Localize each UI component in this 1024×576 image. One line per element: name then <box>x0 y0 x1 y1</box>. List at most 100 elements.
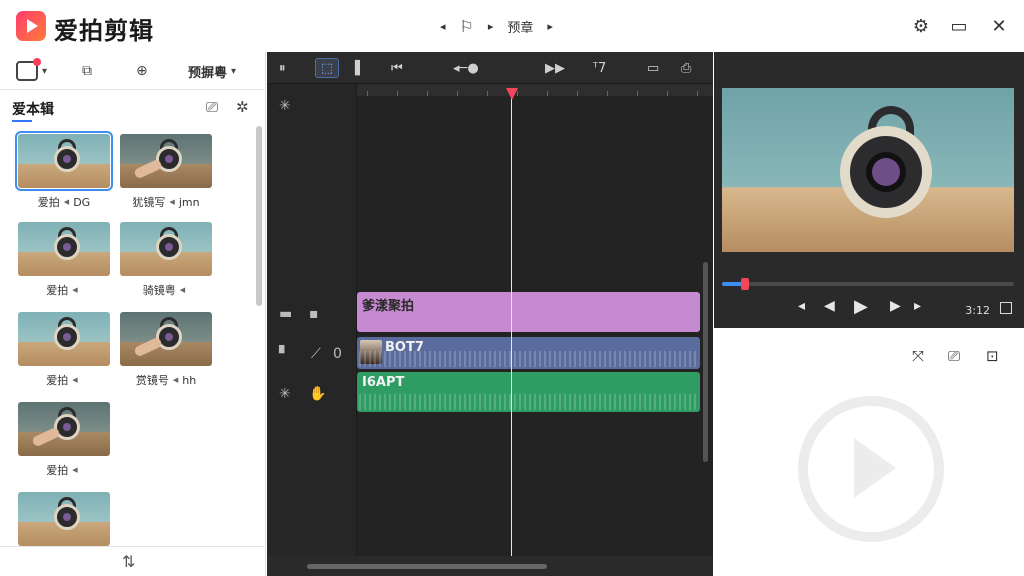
media-item[interactable]: 赏镜号 ◀ hh <box>120 312 212 388</box>
prev-chapter-button[interactable]: ◂ <box>440 20 446 33</box>
media-item[interactable]: 爱拍 ◀ <box>18 312 110 388</box>
caret-icon: ◀ <box>72 286 78 294</box>
media-thumbnail <box>120 222 212 276</box>
timeline-ruler[interactable] <box>357 84 713 96</box>
caret-icon: ◀ <box>72 466 78 474</box>
sticker-icon: ⧉ <box>82 63 92 79</box>
preview-panel: ◂ ◀ ▶ ▶ ▸ 3:12 ⤧ ⎚ ⊡ <box>714 52 1024 576</box>
track-headers: ✳ ▬ ▪ ▘ ⟋ 0 ✳ ✋ <box>267 84 357 576</box>
media-tabs: ▾ ⧉ ⊕ 预摒粵 ▾ <box>0 52 266 90</box>
timeline-toolbar: ⏸ ⬚ ▌ ⏮ ◂─● ▶▶ ᵀ7 ▭ ⎙ <box>267 52 713 84</box>
refresh-icon[interactable]: ✲ <box>236 98 249 116</box>
zoom-slider-icon[interactable]: ◂─● <box>453 58 479 78</box>
forward-icon[interactable]: ▶ <box>890 298 901 314</box>
media-item[interactable]: 骑镜粤 ◀ <box>120 222 212 298</box>
export-frame-icon[interactable]: ⎙ <box>681 58 691 78</box>
sparkle-icon[interactable]: ✳ <box>279 98 291 114</box>
crop-icon[interactable]: ▭ <box>647 58 659 78</box>
timeline-vscroll[interactable] <box>703 262 708 462</box>
playhead-line[interactable] <box>511 88 512 558</box>
flag-icon[interactable]: ⚐ <box>460 17 474 36</box>
media-thumbnail <box>18 312 110 366</box>
app-window: 爱拍剪辑 ◂ ⚐ ▸ 预章 ▸ ⚙ ▭ ✕ ▾ ⧉ ⊕ 预摒粵 ▾ 爱本辑 ⎚ … <box>0 0 1024 576</box>
media-title: 爱拍 <box>37 196 60 209</box>
media-panel: ▾ ⧉ ⊕ 预摒粵 ▾ 爱本辑 ⎚ ✲ 爱拍 ◀ DG 犹镜写 ◀ jmn 爱拍… <box>0 52 266 576</box>
skip-start-icon[interactable]: ⏮ <box>391 58 403 78</box>
maximize-icon[interactable]: ▭ <box>946 13 972 39</box>
caret-icon: ◀ <box>169 198 175 206</box>
media-thumbnail <box>120 134 212 188</box>
media-item[interactable]: 爱拍 ◀ <box>18 222 110 298</box>
media-footer: ⇅ <box>0 546 266 576</box>
app-logo <box>16 11 46 41</box>
media-item[interactable]: 犹镜写 ◀ jmn <box>120 134 212 210</box>
chapter-label: 预章 <box>507 20 534 36</box>
text-tool-icon[interactable]: ᵀ7 <box>593 58 606 78</box>
skip-end-icon[interactable]: ▶▶ <box>545 58 565 78</box>
tab-stickers[interactable]: ⧉ <box>82 60 92 82</box>
playhead-handle[interactable] <box>506 88 518 100</box>
caret-icon: ◀ <box>172 376 179 384</box>
audio-waveform <box>359 351 698 367</box>
app-title: 爱拍剪辑 <box>54 17 154 45</box>
marker-icon[interactable]: ▌ <box>355 58 365 78</box>
audio-waveform <box>359 394 698 410</box>
preview-controls: ◂ ◀ ▶ ▶ ▸ 3:12 <box>714 296 1024 322</box>
clip-label: I6APT <box>362 375 405 390</box>
media-tag: DG <box>73 195 91 209</box>
transform-icon[interactable]: ⤧ <box>912 347 924 365</box>
preview-progress-bar[interactable] <box>722 278 1014 290</box>
tab-media[interactable]: ▾ <box>16 58 48 82</box>
close-icon[interactable]: ✕ <box>986 13 1012 39</box>
select-tool-icon[interactable]: ⬚ <box>315 58 339 78</box>
hand-icon[interactable]: ✋ <box>309 386 326 402</box>
center-nav: ◂ ⚐ ▸ 预章 ▸ <box>440 15 553 37</box>
next-frame-icon[interactable]: ▸ <box>914 298 921 314</box>
tab-dropdown[interactable]: 预摒粵 ▾ <box>188 60 236 82</box>
track-text-icon[interactable]: ▬ <box>279 306 292 322</box>
media-thumbnail <box>120 312 212 366</box>
media-thumbnail <box>18 222 110 276</box>
media-scrollbar[interactable] <box>256 126 262 306</box>
rewind-icon[interactable]: ◀ <box>824 298 835 314</box>
snapshot-icon[interactable]: ⊡ <box>986 347 999 365</box>
track-audio-icon[interactable]: ✳ <box>279 386 291 402</box>
split-icon[interactable]: ⏸ <box>279 58 286 78</box>
play-chapter-button[interactable]: ▸ <box>488 20 494 33</box>
play-icon[interactable]: ▶ <box>854 296 868 317</box>
chevron-down-icon: ▾ <box>231 65 237 77</box>
volume-icon[interactable]: ⟋ <box>311 346 321 362</box>
screen-icon[interactable]: ⎚ <box>948 347 960 365</box>
tab-search[interactable]: ⊕ <box>136 60 148 82</box>
next-chapter-button[interactable]: ▸ <box>547 20 553 33</box>
media-item[interactable]: 爱拍 ◀ <box>18 402 110 478</box>
prev-frame-icon[interactable]: ◂ <box>798 298 805 314</box>
timeline-footer <box>267 556 713 576</box>
timeline-hscroll[interactable] <box>307 564 547 569</box>
chevron-down-icon: ▾ <box>42 65 48 77</box>
clip-label: 爹漾聚拍 <box>362 299 415 314</box>
preview-progress-handle[interactable] <box>741 278 750 290</box>
audio-clip[interactable]: I6APT <box>357 372 700 412</box>
section-title: 爱本辑 <box>12 102 54 118</box>
settings-icon[interactable]: ⚙ <box>908 13 934 39</box>
media-thumbnail <box>18 492 110 546</box>
media-title: 骑镜粤 <box>142 284 176 297</box>
caret-icon: ◀ <box>63 198 70 206</box>
import-icon[interactable]: ⎚ <box>206 98 218 116</box>
video-frame[interactable] <box>722 88 1014 252</box>
track-video-icon[interactable]: ▘ <box>279 346 290 362</box>
lock-icon[interactable]: ▪ <box>309 306 319 322</box>
text-clip[interactable]: 爹漾聚拍 <box>357 292 700 332</box>
section-underline <box>12 120 32 122</box>
preview-time: 3:12 <box>965 304 990 317</box>
video-clip[interactable]: BOT7 <box>357 337 700 369</box>
preview-player: ◂ ◀ ▶ ▶ ▸ 3:12 <box>714 52 1024 328</box>
fullscreen-icon[interactable] <box>1000 302 1012 314</box>
media-title: 爱拍 <box>46 464 69 477</box>
media-item[interactable] <box>18 492 110 546</box>
caret-icon: ◀ <box>72 376 78 384</box>
sort-icon[interactable]: ⇅ <box>122 552 135 571</box>
big-play-icon[interactable] <box>798 396 944 542</box>
media-item[interactable]: 爱拍 ◀ DG <box>15 131 113 210</box>
